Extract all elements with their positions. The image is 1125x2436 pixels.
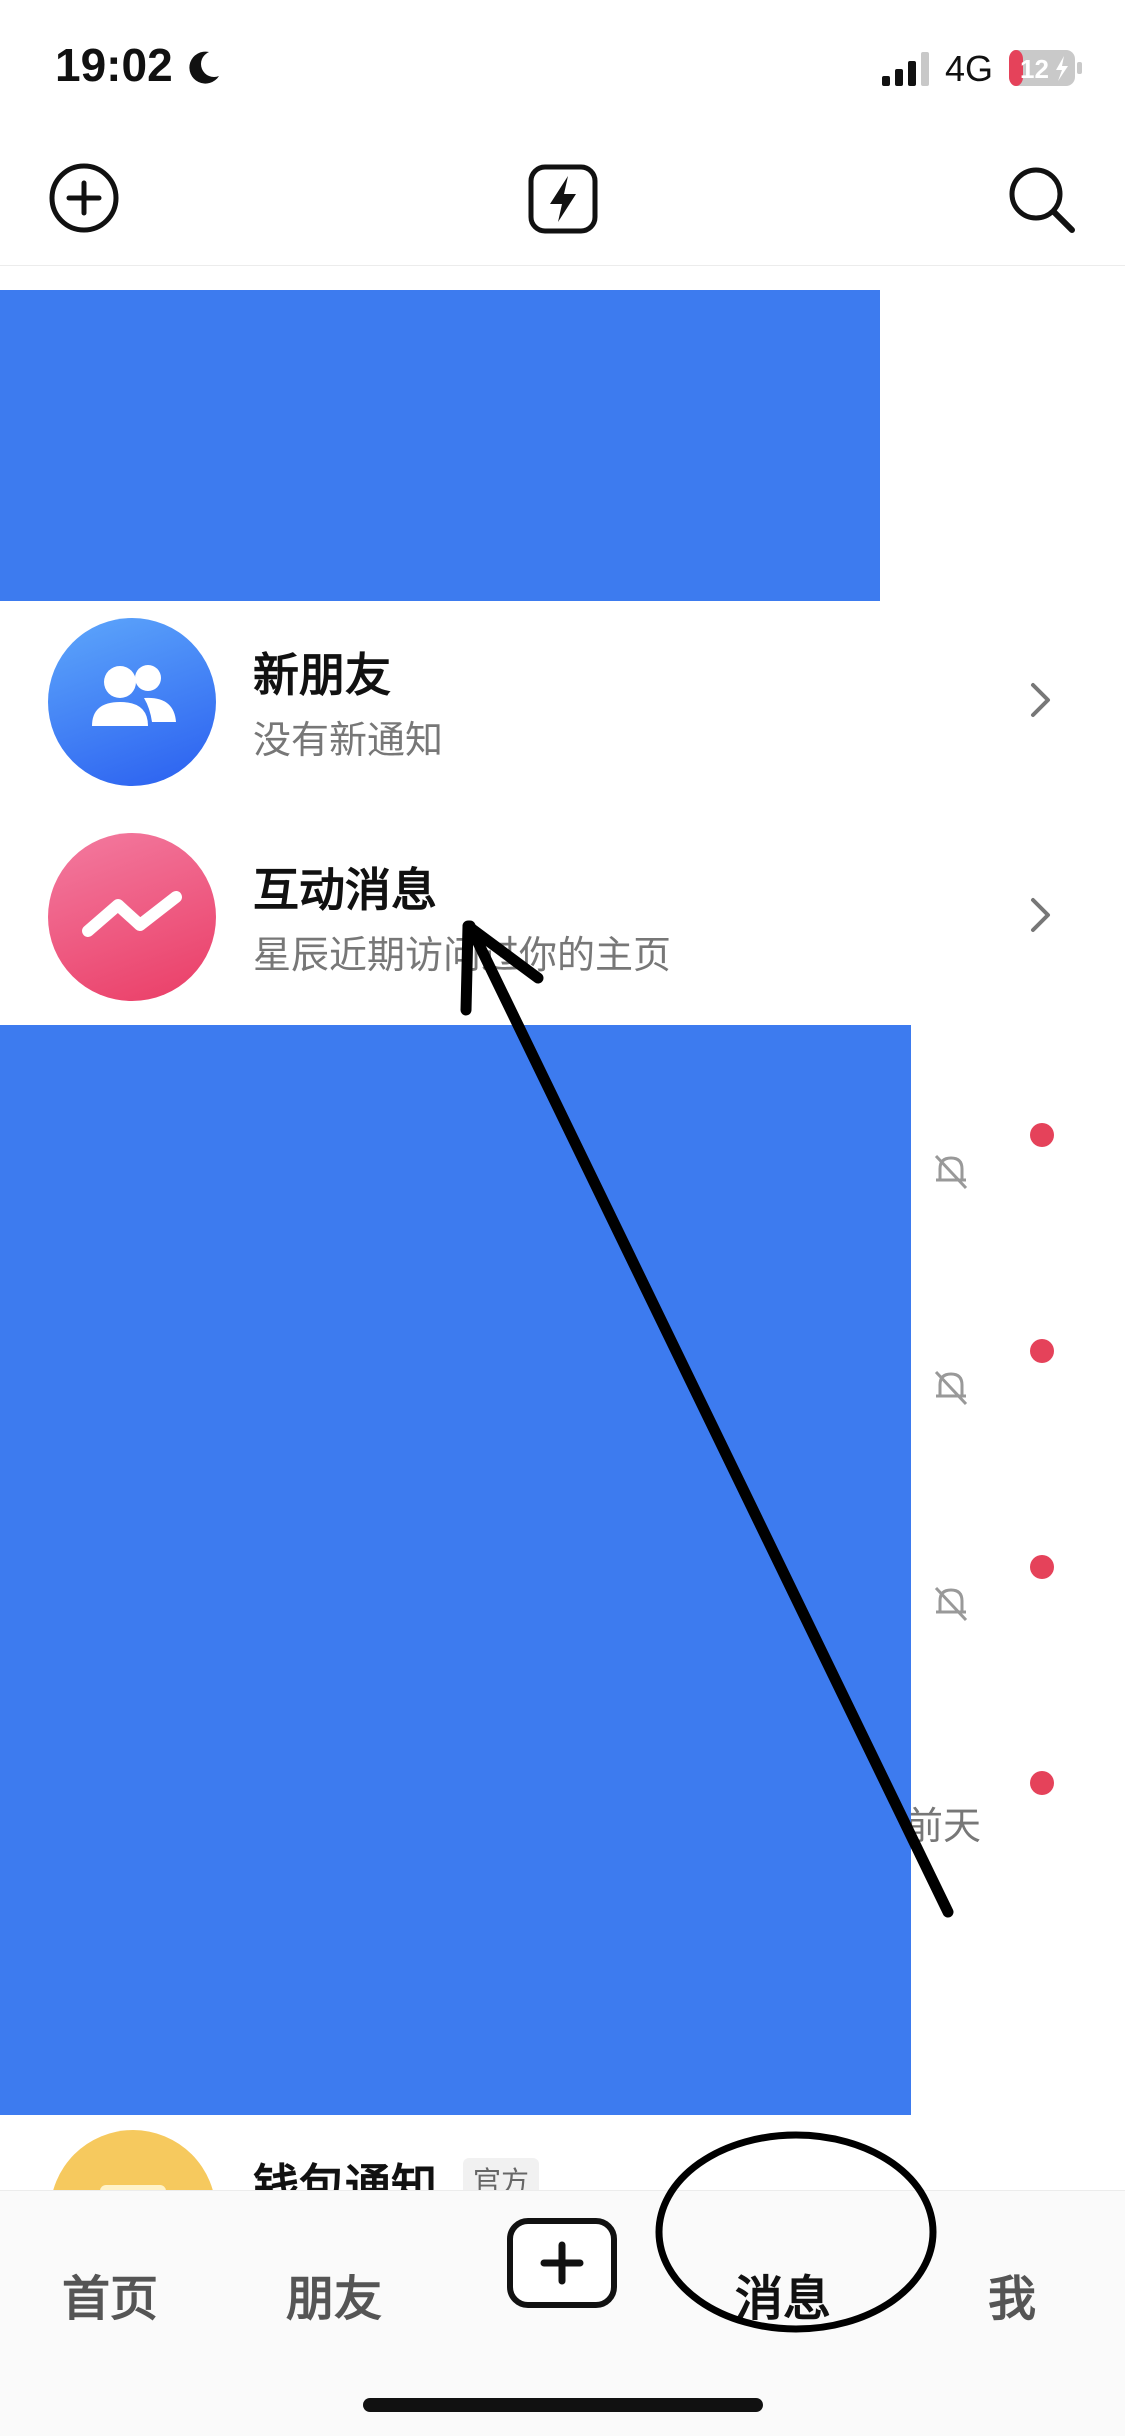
tab-home[interactable]: 首页: [62, 2259, 158, 2329]
unread-dot: [1030, 1771, 1054, 1795]
list-item-wallet[interactable]: 钱包通知 官方: [0, 2120, 1125, 2190]
add-icon[interactable]: [48, 162, 120, 238]
tab-me[interactable]: 我: [988, 2259, 1036, 2329]
list-item-new-friends[interactable]: 新朋友 没有新通知: [0, 595, 1125, 805]
list-item-interactions[interactable]: 互动消息 星辰近期访问过你的主页: [0, 810, 1125, 1020]
redacted-block: [0, 1025, 911, 2115]
battery-level: 12: [1020, 54, 1049, 84]
friends-avatar: [48, 618, 216, 786]
top-nav: [0, 150, 1125, 266]
row-subtitle: 星辰近期访问过你的主页: [253, 933, 672, 977]
status-time: 19:02: [55, 39, 173, 91]
interaction-icon: [82, 891, 182, 937]
row-title: 钱包通知: [253, 2159, 437, 2190]
chevron-right-icon: [1028, 680, 1054, 724]
signal-icon: [882, 52, 932, 90]
official-badge: 官方: [463, 2158, 540, 2190]
friends-icon: [92, 665, 176, 726]
message-time: 前天: [905, 1804, 982, 1848]
plus-icon: [507, 2218, 617, 2308]
row-title: 新朋友: [253, 648, 391, 702]
moon-icon: [183, 48, 223, 92]
bell-muted-icon: [930, 1582, 972, 1628]
unread-dot: [1030, 1339, 1054, 1363]
row-subtitle: 没有新通知: [253, 718, 444, 762]
unread-dot: [1030, 1555, 1054, 1579]
wallet-icon: [50, 2130, 216, 2190]
chevron-right-icon: [1028, 895, 1054, 939]
create-button[interactable]: [506, 2217, 618, 2313]
interaction-avatar: [48, 833, 216, 1001]
battery-icon: 12: [1008, 48, 1084, 92]
row-title: 互动消息: [253, 863, 437, 917]
flash-icon[interactable]: [528, 164, 598, 238]
tab-messages[interactable]: 消息: [735, 2259, 831, 2329]
bell-muted-icon: [930, 1366, 972, 1412]
tab-friends[interactable]: 朋友: [286, 2259, 382, 2329]
home-indicator: [363, 2398, 763, 2412]
bell-muted-icon: [930, 1150, 972, 1196]
redacted-block: [0, 290, 880, 601]
network-type: 4G: [945, 48, 994, 89]
search-icon[interactable]: [1006, 164, 1076, 238]
unread-dot: [1030, 1123, 1054, 1147]
screen: 19:02 4G 12 新朋友 没有新通知 互动消息 星辰近期访问过你的主页 前…: [0, 0, 1125, 2436]
status-bar: 19:02 4G 12: [0, 0, 1125, 135]
